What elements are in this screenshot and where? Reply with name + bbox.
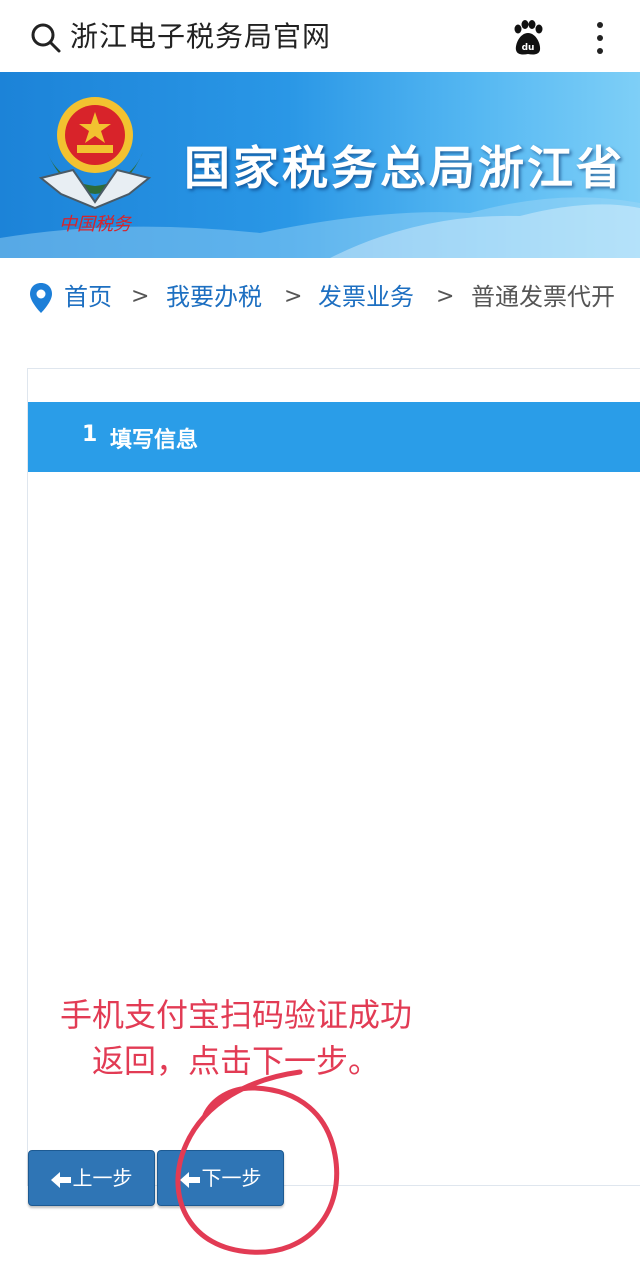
- top-bar: 浙江电子税务局官网 du: [0, 0, 640, 72]
- site-banner: 中国税务 国家税务总局浙江省: [0, 72, 640, 258]
- breadcrumb-invoice-business[interactable]: 发票业务: [318, 280, 414, 314]
- previous-step-button[interactable]: 上一步: [28, 1150, 155, 1206]
- baidu-paw-icon[interactable]: du: [511, 20, 545, 56]
- annotation-line-1: 手机支付宝扫码验证成功: [60, 996, 413, 1034]
- more-vertical-icon[interactable]: [590, 20, 610, 56]
- emblem-caption: 中国税务: [59, 214, 133, 235]
- breadcrumb-home[interactable]: 首页: [64, 280, 112, 314]
- breadcrumb-tax-service[interactable]: 我要办税: [166, 280, 262, 314]
- step-number: 1: [82, 422, 98, 447]
- site-search-title[interactable]: 浙江电子税务局官网: [70, 17, 331, 57]
- breadcrumb-separator: >: [131, 284, 150, 309]
- breadcrumb-separator: >: [284, 284, 303, 309]
- step-header: 1 填写信息: [28, 402, 640, 472]
- location-pin-icon: [30, 283, 52, 313]
- breadcrumb: 首页 > 我要办税 > 发票业务 > 普通发票代开: [28, 280, 640, 314]
- banner-title: 国家税务总局浙江省: [184, 141, 625, 195]
- svg-text:du: du: [522, 43, 535, 53]
- breadcrumb-separator: >: [436, 284, 455, 309]
- previous-step-label: 上一步: [72, 1166, 133, 1190]
- tax-emblem-logo: 中国税务: [38, 97, 152, 235]
- annotation-circle: [175, 1069, 340, 1255]
- breadcrumb-current: 普通发票代开: [471, 283, 615, 311]
- arrow-left-icon: [50, 1171, 71, 1188]
- search-icon[interactable]: [30, 22, 62, 54]
- step-label: 填写信息: [110, 428, 199, 453]
